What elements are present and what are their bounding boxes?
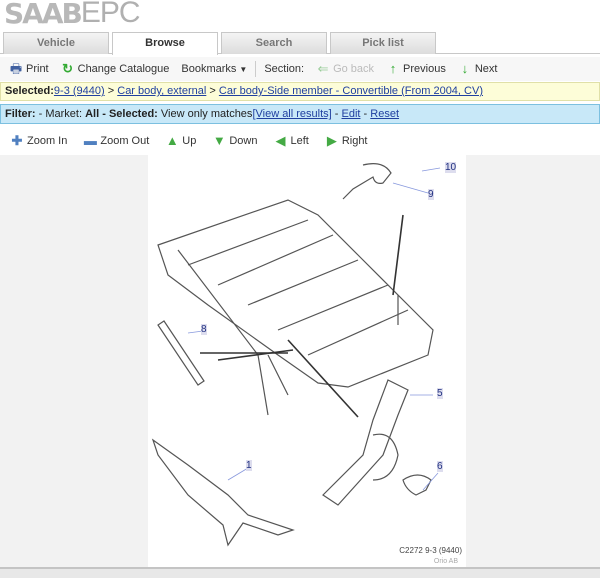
selected-breadcrumb: Selected:9-3 (9440) > Car body, external… [0,82,600,101]
saab-epc-logo: SAAB EPC [4,0,141,30]
arrow-up-icon: ▲ [165,133,179,148]
arrow-up-icon: ↑ [389,61,397,76]
callout-10[interactable]: 10 [445,162,457,173]
filter-bar: Filter: - Market: All - Selected: View o… [0,104,600,124]
print-button[interactable]: 🖶 Print [5,62,53,76]
arrow-down-icon: ▼ [212,133,226,148]
next-button[interactable]: ↓ Next [454,62,502,76]
divider [255,61,257,77]
breadcrumb-group[interactable]: Car body, external [117,85,206,97]
left-button[interactable]: ◀ Left [269,134,312,148]
bookmarks-dropdown[interactable]: Bookmarks ▼ [177,63,251,75]
callout-5[interactable]: 5 [437,388,443,399]
diagram-nav: ✚ Zoom In ▬ Zoom Out ▲ Up ▼ Down ◀ Left ▶ Righ… [0,129,600,153]
copyright: Orio AB [433,558,458,565]
main-tabs: Vehicle Browse Search Pick list [0,32,600,55]
change-catalogue-button[interactable]: ↻ Change Catalogue [57,62,174,76]
go-back-button[interactable]: ⇐ Go back [312,62,378,76]
refresh-icon: ↻ [62,61,74,76]
tab-browse[interactable]: Browse [112,32,218,55]
down-button[interactable]: ▼ Down [208,134,261,148]
horizontal-scrollbar[interactable] [0,567,600,578]
plus-icon: ✚ [11,133,23,148]
arrow-left-icon: ◀ [275,133,286,148]
convertible-top-frame-drawing [151,163,441,547]
arrow-down-icon: ↓ [461,61,469,76]
breadcrumb-model[interactable]: 9-3 (9440) [54,85,105,97]
callout-9[interactable]: 9 [428,189,434,200]
callout-1[interactable]: 1 [246,460,252,471]
callout-8[interactable]: 8 [201,324,207,335]
diagram-viewport[interactable]: 10 9 8 5 6 1 C2272 9-3 (9440) Orio AB [0,155,600,567]
caret-down-icon: ▼ [239,64,248,74]
arrow-right-icon: ▶ [326,133,337,148]
printer-icon: 🖶 [9,61,23,76]
section-label: Section: [264,63,305,75]
parts-diagram[interactable]: 10 9 8 5 6 1 C2272 9-3 (9440) Orio AB [148,155,466,567]
diagram-caption: C2272 9-3 (9440) [399,546,462,555]
zoom-in-button[interactable]: ✚ Zoom In [6,134,71,148]
breadcrumb-section[interactable]: Car body-Side member - Convertible (From… [219,85,483,97]
toolbar: 🖶 Print ↻ Change Catalogue Bookmarks ▼ Sect… [0,57,600,81]
tab-vehicle[interactable]: Vehicle [3,32,109,54]
edit-filter-link[interactable]: Edit [342,108,361,120]
minus-icon: ▬ [83,133,97,148]
tab-search[interactable]: Search [221,32,327,54]
zoom-out-button[interactable]: ▬ Zoom Out [79,134,153,148]
view-all-results-link[interactable]: [View all results] [252,108,331,120]
right-button[interactable]: ▶ Right [321,134,372,148]
up-button[interactable]: ▲ Up [161,134,200,148]
reset-filter-link[interactable]: Reset [370,108,399,120]
previous-button[interactable]: ↑ Previous [382,62,450,76]
callout-6[interactable]: 6 [437,461,443,472]
arrow-left-icon: ⇐ [317,61,329,76]
tab-pick-list[interactable]: Pick list [330,32,436,54]
